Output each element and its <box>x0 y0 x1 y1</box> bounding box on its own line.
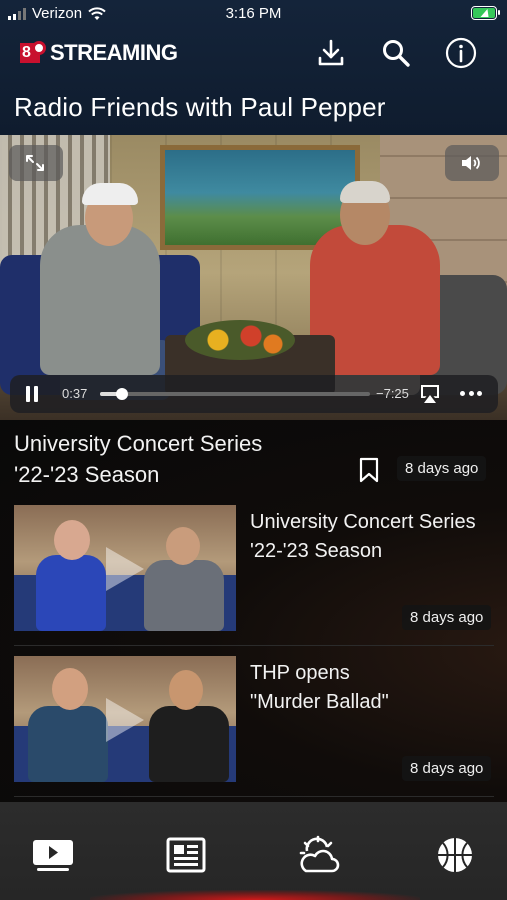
playback-controls: 0:37 −7:25 <box>10 375 498 413</box>
list-item[interactable]: THP opens "Murder Ballad" 8 days ago <box>0 656 507 796</box>
list-item[interactable]: University Concert Series '22-'23 Season… <box>0 505 507 645</box>
weather-tab-icon <box>299 835 340 873</box>
tab-news[interactable] <box>164 835 208 875</box>
list-item-age: 8 days ago <box>402 756 492 781</box>
search-icon <box>383 40 410 67</box>
airplay-icon[interactable] <box>418 383 442 405</box>
top-bar: Verizon 3:16 PM 8 STREAMING Radio Friend… <box>0 0 507 135</box>
active-tab-indicator <box>90 890 420 900</box>
divider <box>14 645 494 646</box>
download-button[interactable] <box>314 36 348 70</box>
search-button[interactable] <box>379 36 413 70</box>
video-player[interactable]: 0:37 −7:25 <box>0 135 507 420</box>
more-icon <box>460 391 465 396</box>
video-tab-icon <box>33 840 73 871</box>
station-logo-icon: 8 <box>20 41 46 65</box>
list-item-title: University Concert Series '22-'23 Season <box>250 511 476 562</box>
status-bar: Verizon 3:16 PM <box>0 0 507 28</box>
pause-button[interactable] <box>26 386 40 402</box>
download-icon <box>318 39 344 66</box>
progress-knob[interactable] <box>115 388 128 400</box>
info-icon <box>445 37 477 69</box>
status-time: 3:16 PM <box>225 5 282 22</box>
news-tab-icon <box>166 837 206 873</box>
pause-icon <box>26 386 30 402</box>
remaining-time: −7:25 <box>376 386 409 401</box>
fullscreen-button[interactable] <box>9 145 63 181</box>
elapsed-time: 0:37 <box>62 386 88 401</box>
content-area: University Concert Series '22-'23 Season… <box>0 420 507 802</box>
play-icon <box>106 698 144 742</box>
tab-video[interactable] <box>31 835 75 875</box>
logo-text: STREAMING <box>50 40 178 65</box>
divider <box>14 796 494 797</box>
more-options-button[interactable] <box>460 391 482 397</box>
volume-button[interactable] <box>445 145 499 181</box>
list-item-title: THP opens "Murder Ballad" <box>250 662 389 713</box>
info-button[interactable] <box>444 36 478 70</box>
volume-icon <box>462 156 480 170</box>
tab-sports[interactable] <box>433 835 477 875</box>
battery-icon <box>471 6 500 20</box>
list-item-age: 8 days ago <box>402 605 492 630</box>
page-title: Radio Friends with Paul Pepper <box>14 92 386 122</box>
now-playing-title: University Concert Series '22-'23 Season <box>14 431 263 487</box>
video-thumbnail[interactable] <box>14 656 236 782</box>
sports-tab-icon <box>438 838 472 872</box>
tab-weather[interactable] <box>297 835 341 875</box>
bookmark-icon[interactable] <box>358 457 380 483</box>
bottom-tab-bar <box>0 802 507 900</box>
play-icon <box>106 547 144 591</box>
app-logo[interactable]: 8 STREAMING <box>20 40 178 66</box>
progress-slider[interactable] <box>100 388 370 400</box>
expand-icon <box>26 155 44 171</box>
now-playing-age: 8 days ago <box>397 456 487 481</box>
app-header: 8 STREAMING <box>0 30 507 76</box>
video-thumbnail[interactable] <box>14 505 236 631</box>
